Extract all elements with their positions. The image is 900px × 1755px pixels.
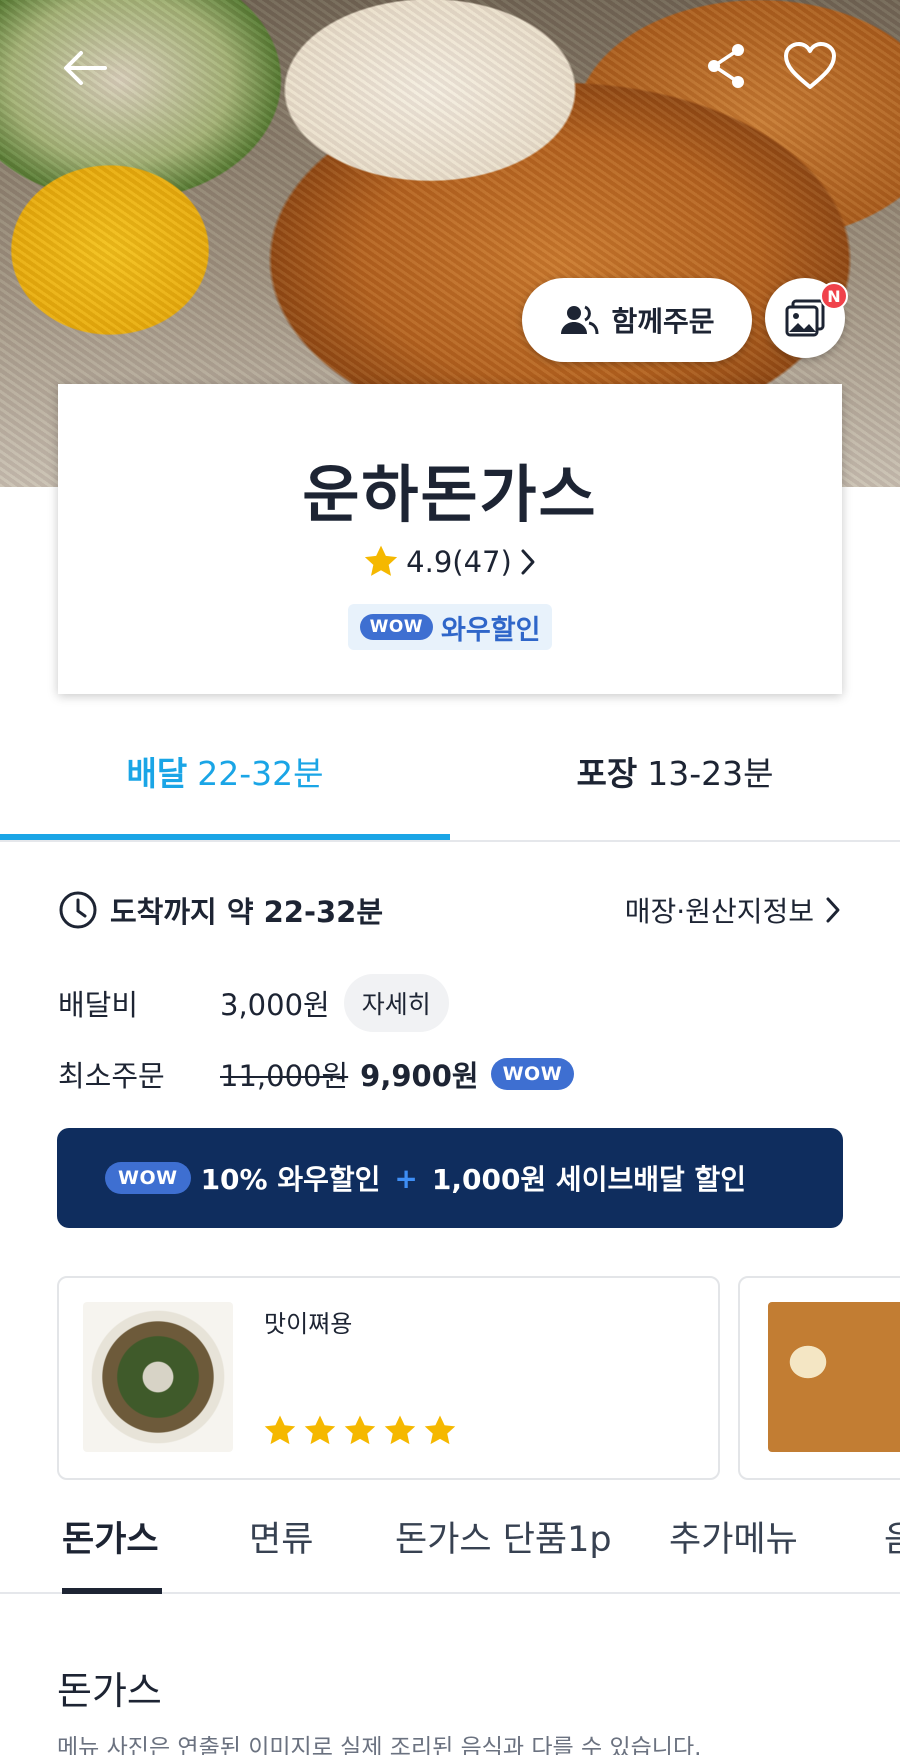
star-icon [264, 1415, 296, 1445]
chevron-right-icon [826, 897, 840, 923]
share-button[interactable] [696, 36, 756, 96]
store-info-card: 운하돈가스 4.9(47) WOW 와우할인 [58, 384, 842, 694]
review-photo [768, 1302, 900, 1452]
star-icon [344, 1415, 376, 1445]
rating-value: 4.9(47) [406, 545, 512, 579]
category-selected-indicator [62, 1588, 162, 1594]
review-stars [262, 1414, 458, 1448]
min-order-row: 최소주문 11,000원 9,900원 WOW [58, 1045, 842, 1103]
min-order-discounted: 9,900원 [360, 1059, 479, 1093]
wow-tag: WOW [105, 1162, 191, 1194]
menu-section-title: 돈가스 [57, 1669, 162, 1713]
arrival-time-row: 도착까지 약 22-32분 매장·원산지정보 [58, 886, 842, 934]
wow-tag: WOW [490, 1058, 575, 1090]
group-order-label: 함께주문 [611, 305, 715, 338]
menu-category-tabs: 돈가스 면류 돈가스 단품1p 추가메뉴 음 [0, 1478, 900, 1594]
store-name: 운하돈가스 [302, 458, 598, 531]
star-icon [424, 1415, 456, 1445]
star-icon [365, 545, 398, 576]
delivery-fee-label: 배달비 [58, 988, 139, 1022]
delivery-fee-value: 3,000원 [220, 988, 330, 1022]
promo-banner[interactable]: WOW 10% 와우할인 + 1,000원 세이브배달 할인 [57, 1128, 843, 1228]
users-icon [561, 305, 599, 335]
menu-section-note: 메뉴 사진은 연출된 이미지로 실제 조리된 음식과 다를 수 있습니다. [57, 1735, 702, 1755]
heart-icon [784, 42, 836, 89]
arrival-time-text: 도착까지 약 22-32분 [110, 895, 384, 929]
clock-icon [59, 891, 97, 929]
delivery-fee-detail-button[interactable]: 자세히 [343, 974, 449, 1032]
tab-delivery-time: 22-32분 [197, 754, 324, 793]
chevron-right-icon [521, 549, 535, 575]
group-order-button[interactable]: 함께주문 [522, 278, 752, 362]
arrow-left-icon [64, 51, 107, 85]
wow-discount-badge: WOW 와우할인 [348, 604, 552, 650]
tab-selected-indicator [0, 834, 450, 840]
star-icon [384, 1415, 416, 1445]
store-origin-info-label: 매장·원산지정보 [624, 895, 814, 928]
tab-category-next[interactable]: 음 [884, 1478, 900, 1594]
wow-tag: WOW [359, 614, 434, 640]
min-order-original: 11,000원 [220, 1059, 349, 1093]
back-button[interactable] [50, 38, 120, 98]
tab-delivery-label: 배달 [126, 754, 188, 793]
tab-category-single[interactable]: 돈가스 단품1p [395, 1478, 612, 1594]
tab-delivery[interactable]: 배달 22-32분 [0, 700, 450, 842]
delivery-fee-row: 배달비 3,000원 자세히 [58, 974, 842, 1032]
tab-pickup-time: 13-23분 [647, 754, 774, 793]
tab-category-noodles[interactable]: 면류 [249, 1478, 313, 1594]
review-card[interactable] [738, 1276, 900, 1480]
min-order-label: 최소주문 [58, 1059, 165, 1093]
promo-plus: + [394, 1161, 418, 1195]
tab-category-extra[interactable]: 추가메뉴 [669, 1478, 798, 1594]
promo-wow-discount: 10% 와우할인 [200, 1163, 381, 1196]
star-icon [304, 1415, 336, 1445]
review-text: 맛이쪄용 [264, 1310, 353, 1338]
photo-gallery-icon [785, 299, 825, 337]
order-mode-tabs: 배달 22-32분 포장 13-23분 [0, 700, 900, 842]
tab-pickup-label: 포장 [576, 754, 638, 793]
favorite-button[interactable] [778, 34, 842, 98]
review-photo [83, 1302, 233, 1452]
new-photo-badge: N [820, 282, 848, 310]
store-origin-info-link[interactable]: 매장·원산지정보 [625, 886, 842, 934]
wow-discount-label: 와우할인 [441, 614, 541, 646]
tab-pickup[interactable]: 포장 13-23분 [450, 700, 900, 842]
share-icon [708, 44, 744, 88]
review-card[interactable]: 맛이쪄용 [57, 1276, 720, 1480]
tab-category-donkatsu[interactable]: 돈가스 [62, 1478, 159, 1594]
promo-save-delivery: 1,000원 세이브배달 할인 [431, 1163, 747, 1196]
rating-link[interactable]: 4.9(47) [58, 544, 842, 580]
